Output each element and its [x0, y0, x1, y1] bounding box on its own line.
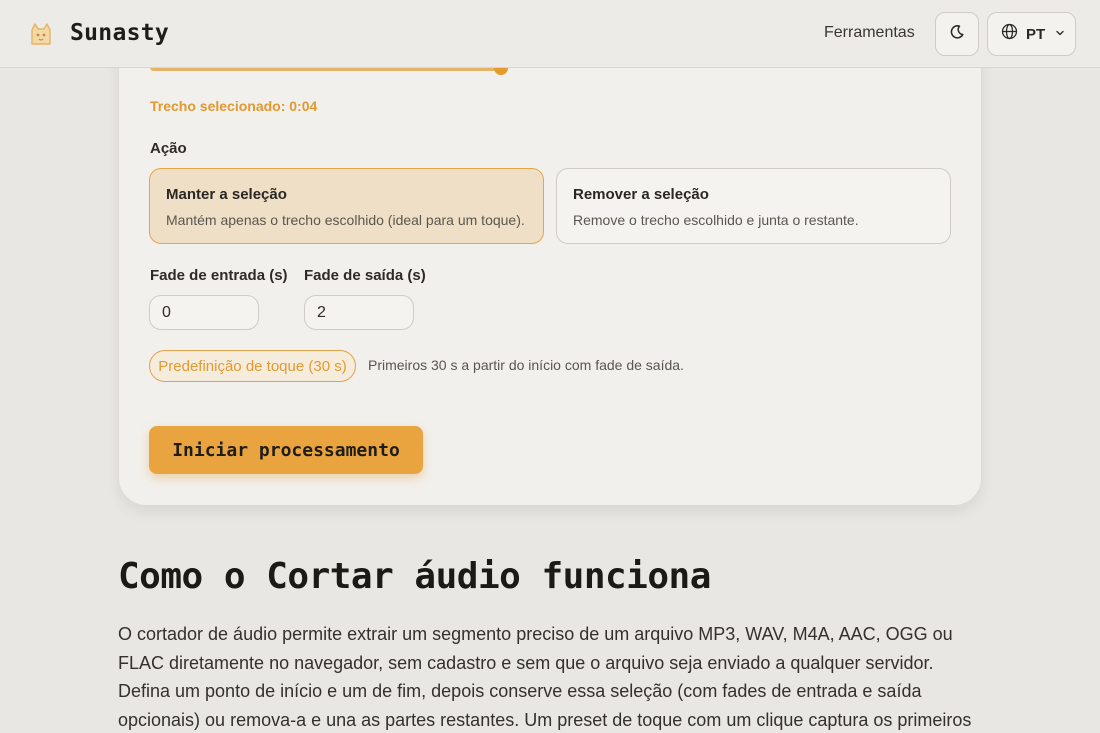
option-title: Remover a seleção [573, 186, 709, 203]
brand-name[interactable]: Sunasty [70, 20, 169, 46]
action-label: Ação [150, 140, 187, 157]
fade-in-label: Fade de entrada (s) [150, 267, 288, 284]
language-code: PT [1026, 25, 1046, 43]
nav-tools-link[interactable]: Ferramentas [824, 24, 915, 42]
top-header: Sunasty Ferramentas PT [0, 0, 1100, 68]
start-processing-button[interactable]: Iniciar processamento [149, 426, 423, 474]
option-description: Remove o trecho escolhido e junta o rest… [573, 212, 859, 228]
remove-selection-option[interactable]: Remover a seleção Remove o trecho escolh… [556, 168, 951, 244]
cat-logo-icon[interactable] [26, 19, 56, 49]
globe-icon [1001, 23, 1018, 45]
ringtone-preset-button[interactable]: Predefinição de toque (30 s) [149, 350, 356, 382]
chevron-down-icon [1055, 25, 1065, 43]
keep-selection-option[interactable]: Manter a seleção Mantém apenas o trecho … [149, 168, 544, 244]
preset-hint: Primeiros 30 s a partir do início com fa… [368, 357, 684, 373]
article-title: Como o Cortar áudio funciona [118, 556, 711, 597]
selected-segment-text: Trecho selecionado: 0:04 [150, 98, 318, 114]
theme-toggle-button[interactable] [935, 12, 979, 56]
option-description: Mantém apenas o trecho escolhido (ideal … [166, 212, 525, 228]
fade-out-label: Fade de saída (s) [304, 267, 426, 284]
fade-in-input[interactable] [149, 295, 259, 330]
fade-out-input[interactable] [304, 295, 414, 330]
moon-icon [949, 24, 965, 45]
option-title: Manter a seleção [166, 186, 287, 203]
language-selector[interactable]: PT [987, 12, 1076, 56]
article-body: O cortador de áudio permite extrair um s… [118, 624, 972, 730]
